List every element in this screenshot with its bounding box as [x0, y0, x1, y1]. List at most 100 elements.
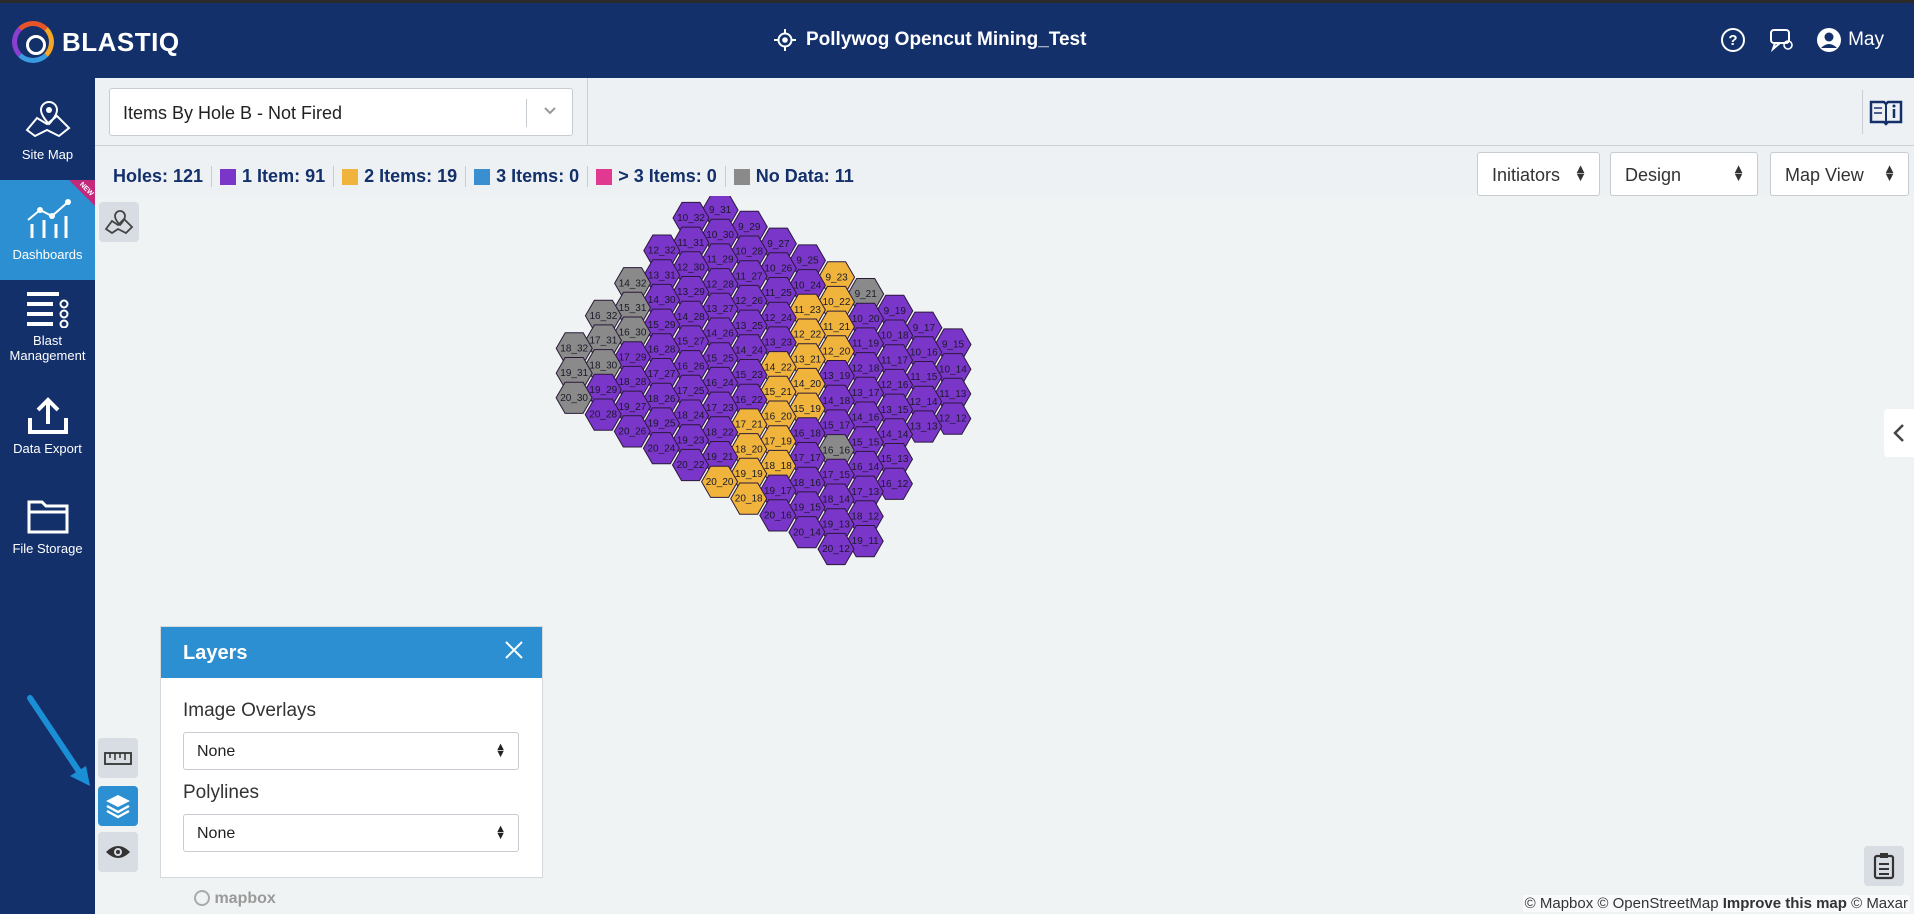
blast-hole-label: 9_21: [855, 289, 878, 300]
collapse-panel-button[interactable]: [1884, 409, 1914, 457]
visibility-tool-button[interactable]: [98, 832, 138, 872]
new-badge: NEW: [69, 180, 95, 206]
sort-arrows-icon: ▲ ▼: [1574, 161, 1587, 184]
blast-hole-label: 15_25: [706, 353, 734, 364]
image-overlays-select[interactable]: None ▲ ▼: [183, 732, 519, 770]
blast-hole-label: 18_16: [793, 478, 821, 489]
book-info-icon: [1869, 100, 1902, 126]
blast-hole-label: 19_17: [764, 486, 792, 497]
blast-hole-label: 18_20: [735, 444, 763, 455]
initiators-dropdown[interactable]: Initiators ▲ ▼: [1477, 152, 1600, 196]
sidebar-item-dashboards[interactable]: NEW Dashboards: [0, 180, 95, 280]
blast-hole-label: 20_22: [677, 460, 705, 471]
attribution-maxar[interactable]: © Maxar: [1851, 895, 1908, 912]
folder-icon: [27, 500, 68, 534]
blast-hole-label: 14_26: [706, 329, 734, 340]
sidebar-item-site-map[interactable]: Site Map: [0, 98, 95, 180]
sidebar-item-label: Blast Management: [9, 333, 86, 363]
blast-hole-label: 12_28: [706, 279, 734, 290]
blast-hole-label: 12_14: [910, 397, 938, 408]
blast-hole-label: 10_20: [852, 314, 880, 325]
blast-hole-label: 20_18: [735, 494, 763, 505]
close-icon[interactable]: [504, 640, 524, 660]
sidebar-item-blast-management[interactable]: Blast Management: [0, 290, 95, 380]
site-map-tool-button[interactable]: [99, 202, 139, 242]
attribution-mapbox[interactable]: © Mapbox: [1525, 895, 1594, 912]
site-title[interactable]: Pollywog Opencut Mining_Test: [774, 29, 1086, 51]
blast-hole-label: 17_27: [648, 369, 676, 380]
blast-hole-label: 12_20: [822, 347, 850, 358]
blast-hole-label: 19_31: [560, 368, 588, 379]
blast-hole-label: 10_30: [706, 230, 734, 241]
blast-hole-label: 11_13: [939, 389, 967, 400]
improve-map-link[interactable]: Improve this map: [1723, 895, 1847, 912]
blast-hole-label: 18_22: [706, 428, 734, 439]
blast-hole-label: 15_15: [851, 437, 879, 448]
sidebar-item-file-storage[interactable]: File Storage: [0, 496, 95, 576]
blast-hole-label: 9_17: [913, 323, 936, 334]
user-menu[interactable]: May: [1816, 27, 1884, 53]
blast-hole-label: 17_25: [677, 386, 705, 397]
attribution-osm[interactable]: © OpenStreetMap: [1597, 895, 1718, 912]
sidebar-item-data-export[interactable]: Data Export: [0, 396, 95, 476]
polylines-label: Polylines: [183, 782, 260, 803]
blast-hole-label: 20_12: [822, 544, 850, 555]
blast-hole-label: 13_23: [764, 338, 792, 349]
sidebar-item-label: File Storage: [12, 541, 83, 556]
design-dropdown[interactable]: Design ▲ ▼: [1610, 152, 1758, 196]
layers-tool-button[interactable]: [98, 786, 138, 826]
blast-hole-label: 12_22: [793, 330, 821, 341]
svg-text:?: ?: [1729, 32, 1738, 49]
blast-hole-label: 11_31: [677, 238, 705, 249]
hole-filter-value: Items By Hole B - Not Fired: [123, 103, 343, 123]
layers-header: Layers: [161, 627, 542, 678]
chat-icon[interactable]: [1768, 27, 1794, 53]
blast-hole-label: 13_17: [852, 388, 880, 399]
legend-book-button[interactable]: [1862, 90, 1908, 134]
blast-hole-label: 17_19: [764, 436, 792, 447]
clipboard-button[interactable]: [1864, 846, 1904, 886]
stat-holes: Holes: 121: [113, 166, 204, 186]
blast-hole-label: 19_25: [648, 419, 676, 430]
blast-hole-label: 10_28: [735, 247, 763, 258]
stat-more-items: > 3 Items: 0: [587, 166, 725, 187]
swatch-one-item: [220, 168, 237, 185]
user-name: May: [1848, 29, 1884, 50]
blast-hole-label: 17_15: [822, 470, 850, 481]
mapbox-logo[interactable]: mapbox: [194, 890, 276, 908]
blast-hole-label: 9_31: [709, 205, 732, 216]
site-title-text: Pollywog Opencut Mining_Test: [806, 29, 1087, 50]
blast-hole-label: 11_15: [910, 372, 938, 383]
help-icon[interactable]: ?: [1720, 27, 1746, 53]
target-icon: [774, 29, 796, 51]
blast-hole-label: 19_13: [822, 519, 850, 530]
blast-hole-label: 13_25: [735, 321, 763, 332]
blast-hole-label: 13_31: [648, 270, 676, 281]
blast-hole-label: 16_24: [706, 378, 734, 389]
map-view-dropdown[interactable]: Map View ▲ ▼: [1770, 152, 1909, 196]
blast-hole-label: 13_27: [706, 304, 734, 315]
swatch-two-items: [342, 168, 359, 185]
blast-hole-label: 18_14: [822, 495, 850, 506]
blast-hole-label: 19_23: [677, 435, 705, 446]
blast-hole-label: 18_18: [764, 461, 792, 472]
blast-hole-label: 14_32: [619, 278, 647, 289]
blast-hole-label: 9_19: [884, 306, 907, 317]
blast-hole-label: 9_23: [825, 272, 848, 283]
blast-hole-label: 16_12: [880, 479, 908, 490]
blast-hole-label: 9_29: [738, 222, 761, 233]
hole-filter-select[interactable]: Items By Hole B - Not Fired: [109, 88, 573, 136]
blast-hole-label: 20_26: [618, 427, 646, 438]
blast-hole-label: 12_18: [852, 363, 880, 374]
blast-hole-label: 14_18: [822, 396, 850, 407]
swatch-no-data: [733, 168, 750, 185]
sidebar-item-label: Dashboards: [12, 247, 83, 262]
annotation-arrow: [27, 695, 90, 786]
polylines-select[interactable]: None ▲ ▼: [183, 814, 519, 852]
blast-hole-label: 14_28: [677, 312, 705, 323]
list-icon: [26, 292, 68, 329]
blast-hole-label: 14_20: [793, 379, 821, 390]
blast-hole-label: 18_26: [648, 394, 676, 405]
ruler-tool-button[interactable]: [98, 738, 138, 778]
app-logo[interactable]: BLASTIQ: [12, 21, 180, 63]
